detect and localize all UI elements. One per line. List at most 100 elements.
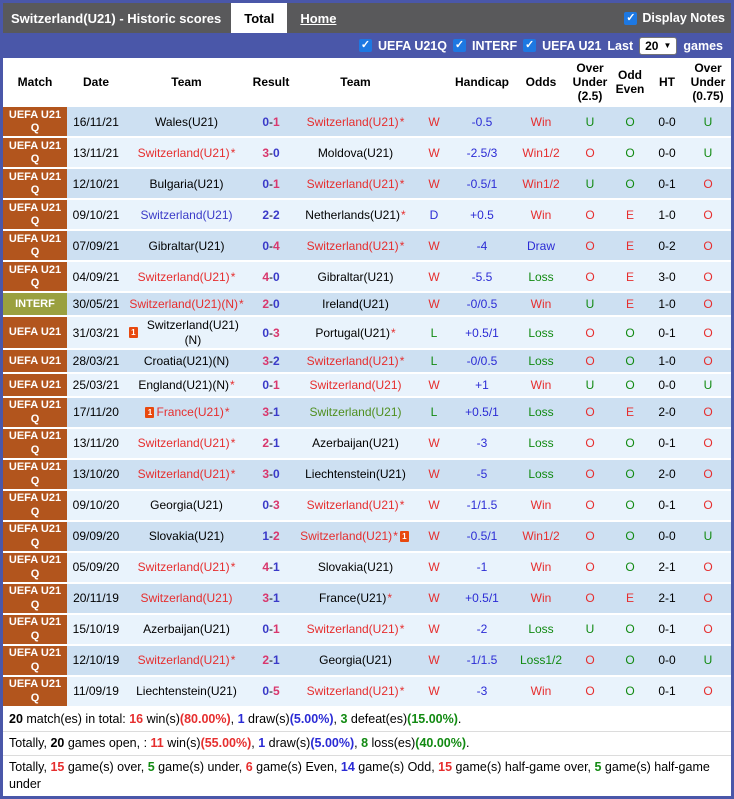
table-row: UEFA U21 28/03/21 Croatia(U21)(N) 3-2 Switze… (3, 350, 731, 375)
favorite-star: * (230, 467, 236, 482)
uefa-u21q-checkbox[interactable]: ✓ (358, 39, 372, 52)
summary-line: Totally, 15 game(s) over, 5 game(s) unde… (3, 756, 731, 796)
team-name: Switzerland(U21) (137, 467, 230, 482)
result-cell: 2-1 (248, 646, 294, 675)
odds-cell: Win (530, 377, 552, 392)
over-under-075-cell: O (703, 353, 713, 368)
column-header-label: HT (659, 74, 675, 89)
column-header: Team (294, 58, 417, 107)
odds-cell: Win (530, 207, 552, 222)
match-league-cell: UEFA U21 (3, 317, 67, 349)
table-row: UEFA U21 25/03/21 England(U21)(N) * 0-1 Switz… (3, 374, 731, 399)
odds-cell: Draw (526, 238, 555, 253)
over-under-075-cell: O (703, 238, 713, 253)
over-under-25-cell: O (585, 207, 595, 222)
team-name: Switzerland(U21) (137, 145, 230, 160)
column-header-label: Odds (525, 74, 557, 89)
odds-cell: Loss1/2 (519, 653, 563, 668)
odd-even-cell: E (625, 238, 634, 253)
summary-segment: . (457, 712, 462, 727)
games-count-value: 20 (645, 38, 659, 53)
date-cell: 30/05/21 (72, 297, 120, 312)
uefa-u21-checkbox[interactable]: ✓ (523, 39, 537, 52)
interf-checkbox[interactable]: ✓ (452, 39, 466, 52)
odd-even-cell: E (625, 591, 634, 606)
column-header: Odds (513, 58, 569, 107)
over-under-25-cell: O (585, 591, 595, 606)
column-header: Date (67, 58, 125, 107)
handicap-cell: -0/0.5 (466, 297, 498, 312)
home-team-cell: Switzerland(U21) * (125, 553, 248, 582)
table-row: UEFA U21 Q 12/10/19 Switzerland(U21) * 2-1 Ge… (3, 646, 731, 678)
odd-even-cell: O (625, 114, 635, 129)
odds-cell: Win1/2 (522, 176, 560, 191)
date-cell: 12/10/21 (72, 176, 120, 191)
over-under-25-cell: O (585, 498, 595, 513)
match-league-cell: UEFA U21 Q (3, 398, 67, 428)
result-cell: 2-2 (248, 200, 294, 229)
date-cell: 16/11/21 (73, 114, 119, 129)
team-name: Switzerland(U21) (306, 238, 399, 253)
team-name: Switzerland(U21) (306, 622, 399, 637)
title-bar: Switzerland(U21) - Historic scores Total… (3, 3, 731, 33)
table-row: INTERF 30/05/21 Switzerland(U21)(N) * 2-0 Ire… (3, 293, 731, 318)
team-name: Switzerland(U21) (137, 560, 230, 575)
team-name: England(U21)(N) (138, 377, 230, 392)
home-score: 2 (262, 297, 269, 312)
away-team-cell: Switzerland(U21) (294, 398, 417, 427)
summary-segment: games open, : (64, 736, 151, 751)
table-row: UEFA U21 31/03/21 1 Switzerland(U21)(N) 0-3 P… (3, 317, 731, 351)
column-header-label: Team (171, 74, 202, 89)
date-cell: 31/03/21 (72, 325, 120, 340)
odds-cell: Loss (528, 405, 554, 420)
team-name: Switzerland(U21) (306, 176, 399, 191)
ht-cell: 0-1 (658, 325, 676, 340)
match-league-cell: UEFA U21 (3, 374, 67, 397)
team-name: Switzerland(U21) (306, 498, 399, 513)
team-name: Slovakia(U21) (317, 560, 394, 575)
tab-total[interactable]: Total (231, 3, 288, 33)
summary-segment: 1 (237, 712, 245, 727)
ht-cell: 1-0 (658, 353, 676, 368)
favorite-star: * (230, 377, 235, 392)
team-name: Georgia(U21) (319, 653, 392, 668)
favorite-star: * (230, 436, 236, 451)
date-cell: 07/09/21 (72, 238, 120, 253)
over-under-25-cell: O (585, 145, 595, 160)
ht-cell: 2-1 (658, 560, 676, 575)
ht-cell: 0-1 (658, 498, 676, 513)
tab-home[interactable]: Home (287, 3, 349, 33)
away-team-cell: Switzerland(U21) * 1 (294, 522, 417, 551)
odd-even-cell: O (625, 377, 635, 392)
home-score: 0 (262, 498, 269, 513)
table-row: UEFA U21 Q 09/10/20 Georgia(U21) 0-3 Switzer… (3, 491, 731, 523)
match-league-cell: UEFA U21 Q (3, 107, 67, 137)
result-cell: 2-0 (248, 293, 294, 315)
date-cell: 13/10/20 (72, 467, 120, 482)
games-count-select[interactable]: 20 ▼ (639, 36, 678, 55)
summary-segment: game(s) under, (154, 759, 246, 774)
result-cell: 0-1 (248, 615, 294, 644)
away-team-cell: Moldova(U21) (294, 138, 417, 167)
match-league-cell: INTERF (3, 293, 67, 316)
home-score: 2 (262, 653, 269, 668)
away-score: 1 (273, 377, 280, 392)
games-label: games (683, 38, 723, 53)
home-score: 3 (262, 591, 269, 606)
favorite-star: * (399, 114, 405, 129)
away-score: 0 (273, 269, 280, 284)
team-name: Switzerland(U21) (306, 353, 399, 368)
favorite-star: * (239, 297, 244, 312)
handicap-cell: +0.5 (470, 207, 494, 222)
display-notes-checkbox[interactable]: ✓ (624, 11, 638, 25)
team-name: Croatia(U21)(N) (143, 353, 230, 368)
team-name: Switzerland(U21)(N) (146, 318, 239, 347)
summary-segment: loss(es) (368, 736, 416, 751)
home-score: 0 (262, 622, 269, 637)
result-cell: 0-4 (248, 231, 294, 260)
odd-even-cell: O (625, 622, 635, 637)
wdl-cell: L (430, 353, 438, 368)
over-under-25-cell: O (585, 353, 595, 368)
summary-segment: Totally, (9, 736, 51, 751)
team-name: Georgia(U21) (150, 498, 223, 513)
